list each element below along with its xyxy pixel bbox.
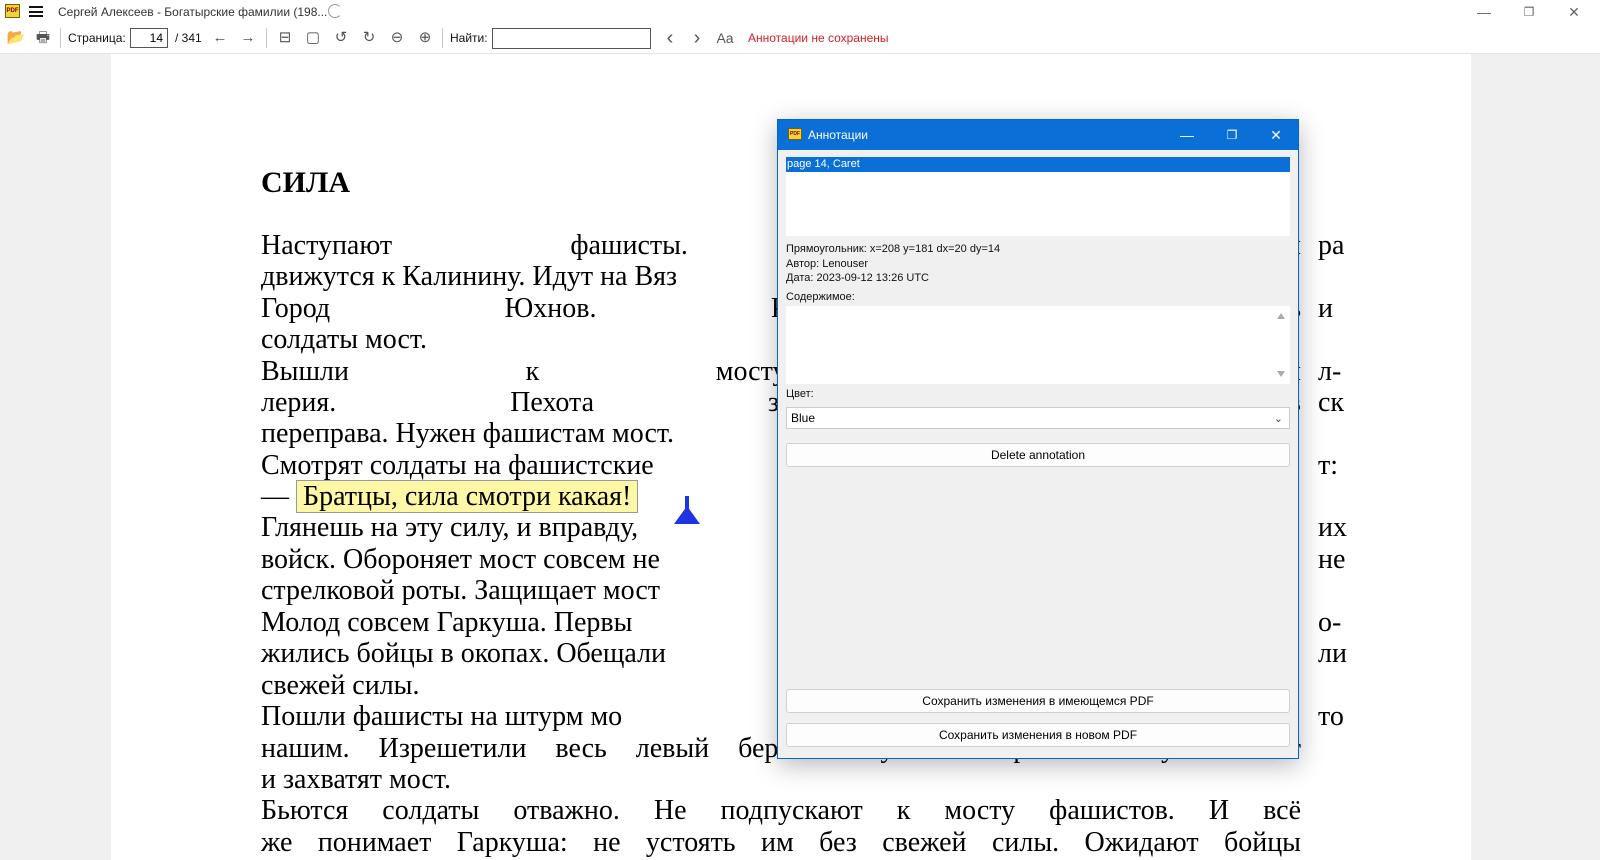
annotation-author: Автор: Lenouser <box>786 258 869 270</box>
save-new-pdf-button[interactable]: Сохранить изменения в новом PDF <box>786 723 1290 747</box>
text-fragment: л- <box>1318 356 1342 387</box>
restore-button[interactable]: ❐ <box>1507 0 1551 24</box>
color-select[interactable]: Blue ⌄ <box>786 407 1290 429</box>
dialog-maximize-button[interactable]: ❐ <box>1210 120 1254 150</box>
text-fragment: ск <box>1318 387 1345 418</box>
annotations-dialog: PDF Аннотации — ❐ ✕ page 14, Caret Прямо… <box>777 119 1299 759</box>
text-fragment: не <box>1318 544 1346 575</box>
text-fragment: и <box>1318 293 1333 324</box>
dialog-title-bar[interactable]: PDF Аннотации — ❐ ✕ <box>778 120 1298 150</box>
dialog-close-button[interactable]: ✕ <box>1254 120 1298 150</box>
zoom-out-icon[interactable]: ⊖ <box>387 29 407 47</box>
page-heading: СИЛА <box>261 166 351 199</box>
text-fragment: т: <box>1318 450 1339 481</box>
content-label: Содержимое: <box>786 291 855 303</box>
delete-annotation-button[interactable]: Delete annotation <box>786 443 1290 467</box>
find-input[interactable] <box>492 28 651 49</box>
rotate-right-icon[interactable]: ↻ <box>359 29 379 47</box>
page-label: Страница: <box>68 31 126 45</box>
color-select-value: Blue <box>791 411 816 425</box>
annotation-date: Дата: 2023-09-12 13:26 UTC <box>786 272 929 284</box>
text-line: и захватят мост. <box>261 764 451 795</box>
text-line: же понимает Гаркуша: не устоять им без с… <box>261 827 1301 858</box>
dialog-title: Аннотации <box>808 128 868 142</box>
highlight-annotation[interactable]: Братцы, сила смотри какая! <box>296 480 639 513</box>
page-total: / 341 <box>175 31 202 45</box>
caret-annotation-icon[interactable] <box>674 496 700 524</box>
find-label: Найти: <box>450 31 488 45</box>
scroll-down-icon[interactable] <box>1277 371 1285 377</box>
fit-page-icon[interactable]: ▢ <box>303 29 323 47</box>
dialog-app-icon: PDF <box>788 128 802 140</box>
toolbar-separator <box>266 28 267 48</box>
annotation-list[interactable]: page 14, Caret <box>786 157 1290 236</box>
page-number-input[interactable] <box>130 28 168 48</box>
forward-arrow-icon[interactable]: → <box>238 29 258 47</box>
toolbar-separator <box>60 28 61 48</box>
dialog-minimize-button[interactable]: — <box>1165 120 1209 150</box>
text-fragment: то <box>1318 701 1344 732</box>
app-logo-icon: PDF <box>5 4 20 18</box>
annotation-list-item[interactable]: page 14, Caret <box>786 157 1290 172</box>
save-existing-pdf-button[interactable]: Сохранить изменения в имеющемся PDF <box>786 689 1290 713</box>
text-line: Бьются солдаты отважно. Не подпускают к … <box>261 795 1301 826</box>
rotate-left-icon[interactable]: ↺ <box>331 29 351 47</box>
back-arrow-icon[interactable]: ← <box>210 29 230 47</box>
find-previous-icon[interactable]: ‹ <box>660 28 680 48</box>
font-settings-icon[interactable]: Aa <box>713 29 737 47</box>
scroll-up-icon[interactable] <box>1277 313 1285 319</box>
color-label: Цвет: <box>786 388 814 400</box>
close-button[interactable]: ✕ <box>1552 0 1596 24</box>
text-fragment: о- <box>1318 607 1342 638</box>
title-bar: PDF Сергей Алексеев - Богатырские фамили… <box>0 0 1600 24</box>
minimize-button[interactable]: — <box>1462 0 1506 24</box>
print-icon[interactable]: 🖶 <box>33 29 53 47</box>
toolbar: 📂 🖶 Страница: / 341 ← → ⊟ ▢ ↺ ↻ ⊖ ⊕ Найт… <box>0 24 1600 54</box>
chevron-down-icon: ⌄ <box>1273 413 1283 425</box>
hamburger-menu-icon[interactable] <box>29 6 43 17</box>
window-title: Сергей Алексеев - Богатырские фамилии (1… <box>58 5 328 19</box>
find-next-icon[interactable]: › <box>687 28 707 48</box>
text-fragment: ра <box>1318 230 1345 261</box>
zoom-in-icon[interactable]: ⊕ <box>415 29 435 47</box>
toolbar-separator <box>442 28 443 48</box>
open-file-icon[interactable]: 📂 <box>6 29 26 47</box>
loading-spinner-icon <box>328 4 342 18</box>
annotation-status: Аннотации не сохранены <box>748 31 889 45</box>
text-fragment: ли <box>1318 638 1347 669</box>
content-textarea[interactable] <box>786 306 1290 384</box>
annotation-rect-info: Прямоугольник: x=208 y=181 dx=20 dy=14 <box>786 243 1001 255</box>
dash: — <box>261 481 289 512</box>
fit-width-icon[interactable]: ⊟ <box>275 29 295 47</box>
text-fragment: их <box>1318 512 1347 543</box>
